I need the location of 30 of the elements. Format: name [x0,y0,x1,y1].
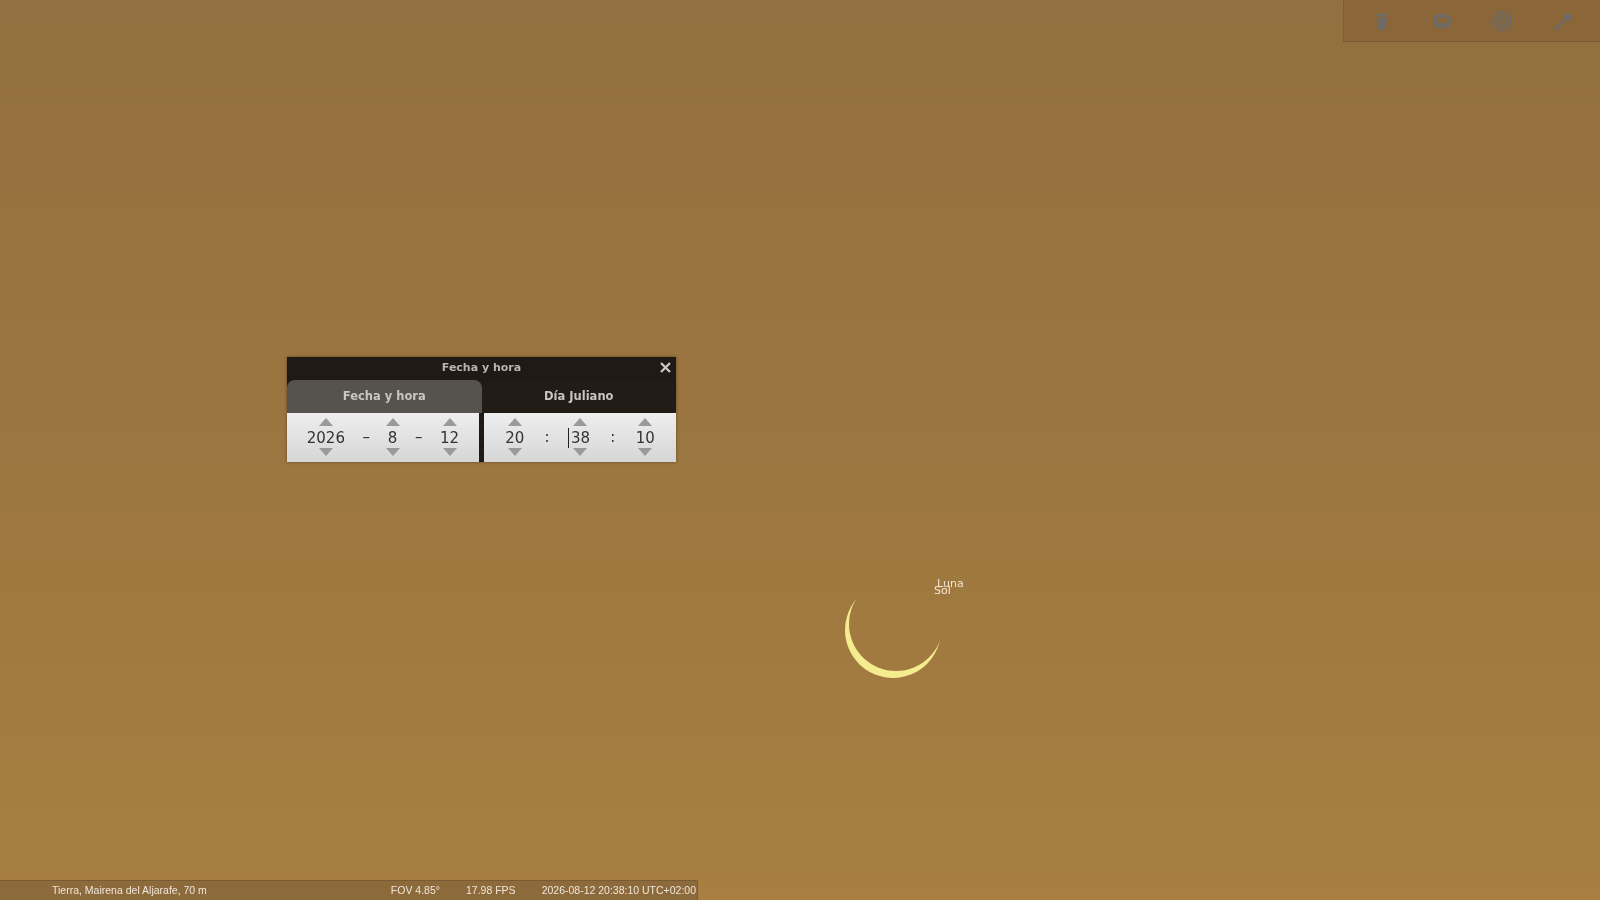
dialog-title: Fecha y hora [441,360,522,377]
up-arrow-button[interactable] [573,417,587,428]
up-arrow-button[interactable] [507,417,522,428]
down-arrow-button[interactable] [638,447,653,458]
fov-text: FOV 4.85° [390,882,440,898]
close-button[interactable] [659,361,672,374]
separator: : [544,427,550,449]
spinbox-value[interactable]: 38 [567,427,593,448]
up-arrow-button[interactable] [442,417,457,428]
datetime-text: 2026-08-12 20:38:10 UTC+02:00 [541,882,697,898]
spinbox-value[interactable]: 8 [385,427,400,448]
up-arrow-button[interactable] [385,417,400,428]
separator: – [362,427,370,449]
down-arrow-button[interactable] [507,447,522,458]
down-arrow-button[interactable] [442,447,457,458]
tab[interactable]: Fecha y hora [287,380,482,413]
spinbox-value[interactable]: 12 [438,427,462,448]
down-arrow-button[interactable] [385,447,400,458]
spinbox-value[interactable]: 2026 [304,427,347,448]
spinbox-value[interactable]: 10 [633,427,657,448]
spinbox-value[interactable]: 20 [503,427,527,448]
fps-text: 17.98 FPS [466,882,516,898]
up-arrow-button[interactable] [638,417,653,428]
target-button[interactable] [1491,9,1513,32]
separator: – [415,427,423,449]
down-arrow-button[interactable] [573,447,587,458]
separator: : [610,427,616,449]
up-arrow-button[interactable] [318,417,333,428]
down-arrow-button[interactable] [318,447,333,458]
location-text: Tierra, Mairena del Aljarafe, 70 m [52,882,207,898]
